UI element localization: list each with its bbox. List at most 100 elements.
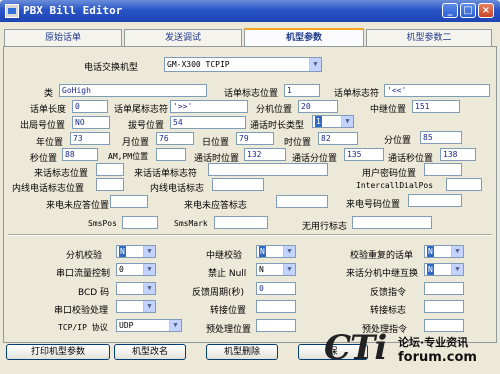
period-label: 反馈周期(秒)	[192, 288, 245, 298]
useless-label: 无用行标志	[302, 222, 348, 232]
ext-pos-field[interactable]: 20	[298, 100, 338, 113]
day-field[interactable]: 79	[236, 132, 274, 145]
flow-select[interactable]: 0 ▼	[116, 263, 156, 276]
record-flag-field[interactable]: '<<'	[384, 84, 490, 97]
hour-field[interactable]: 82	[318, 132, 358, 145]
incoming-unanswered-flag-label: 来电未应答标志	[184, 201, 248, 211]
swap-select[interactable]: N ▼	[424, 263, 464, 276]
convert-flag-field[interactable]	[424, 300, 464, 313]
bcd-select[interactable]: ▼	[116, 282, 156, 295]
type-label: 类	[44, 89, 54, 99]
smspos-field[interactable]	[122, 216, 158, 229]
period-field[interactable]: 0	[256, 282, 296, 295]
intercall-field[interactable]	[446, 178, 482, 191]
chevron-down-icon: ▼	[451, 264, 463, 275]
close-icon[interactable]: ×	[478, 3, 494, 18]
tab-send-debug[interactable]: 发送调试	[124, 29, 242, 46]
tab-raw-records[interactable]: 原始话单	[4, 29, 122, 46]
swap-value: N	[427, 264, 434, 275]
dial-pos-field[interactable]: 54	[170, 116, 246, 129]
watermark-top: 论坛·专业资讯	[398, 336, 469, 349]
talk-min-field[interactable]: 135	[344, 148, 384, 161]
record-pos-label: 话单标志位置	[224, 89, 279, 99]
serial-check-select[interactable]: ▼	[116, 300, 156, 313]
incoming-flag-pos-field[interactable]	[96, 163, 124, 176]
internal-flag-pos-field[interactable]	[96, 178, 124, 191]
rename-model-button[interactable]: 机型改名	[114, 344, 186, 360]
ext-check-label: 分机校验	[66, 251, 103, 261]
chevron-down-icon: ▼	[309, 58, 321, 71]
outflag-pos-label: 出局号位置	[20, 121, 66, 131]
talk-hour-field[interactable]: 132	[244, 148, 286, 161]
swap-label: 来话分机中继互换	[346, 269, 419, 279]
internal-flag-pos-label: 内线电话标志位置	[12, 184, 85, 194]
trunk-pos-label: 中继位置	[370, 105, 407, 115]
useless-field[interactable]	[352, 216, 432, 229]
dup-check-select[interactable]: N ▼	[424, 245, 464, 258]
user-pwd-pos-field[interactable]	[424, 163, 462, 176]
tab-model-params-2[interactable]: 机型参数二	[366, 29, 492, 46]
year-label: 年位置	[36, 138, 64, 148]
ext-check-value: N	[119, 246, 126, 257]
length-field[interactable]: 0	[72, 100, 108, 113]
intercall-label: IntercallDialPos	[356, 181, 434, 190]
caller-no-pos-field[interactable]	[408, 194, 462, 207]
incoming-unanswered-pos-label: 来电未应答位置	[46, 201, 110, 211]
model-select[interactable]: GM-X300 TCPIP ▼	[164, 57, 322, 72]
protocol-label: TCP/IP 协议	[58, 323, 108, 332]
second-field[interactable]: 88	[62, 148, 98, 161]
record-pos-field[interactable]: 1	[284, 84, 320, 97]
ampm-field[interactable]	[156, 148, 186, 161]
incoming-flag-field[interactable]	[208, 163, 328, 176]
print-model-button[interactable]: 打印机型参数	[6, 344, 110, 360]
tail-flag-field[interactable]: '>>'	[170, 100, 248, 113]
convert-pos-field[interactable]	[256, 300, 296, 313]
type-field[interactable]: GoHigh	[59, 84, 207, 97]
chevron-down-icon: ▼	[283, 264, 295, 275]
talk-sec-field[interactable]: 138	[440, 148, 476, 161]
protocol-value: UDP	[119, 321, 134, 330]
prehandle-pos-label: 预处理位置	[206, 325, 252, 335]
ext-pos-label: 分机位置	[256, 105, 293, 115]
incoming-unanswered-pos-field[interactable]	[110, 195, 148, 208]
minute-field[interactable]: 85	[420, 131, 462, 144]
dup-check-label: 校验重复的话单	[350, 251, 414, 261]
ext-check-select[interactable]: N ▼	[116, 245, 156, 258]
chevron-down-icon: ▼	[169, 320, 181, 331]
trunk-check-select[interactable]: N ▼	[256, 245, 296, 258]
outflag-pos-field[interactable]: NO	[72, 116, 110, 129]
trunk-check-label: 中继校验	[206, 251, 243, 261]
incoming-unanswered-flag-field[interactable]	[276, 195, 328, 208]
smsmark-field[interactable]	[214, 216, 268, 229]
dup-check-value: N	[427, 246, 434, 257]
year-field[interactable]: 73	[70, 132, 110, 145]
tab-model-params[interactable]: 机型参数	[244, 28, 364, 47]
smspos-label: SmsPos	[88, 219, 117, 228]
internal-flag-label: 内线电话标志	[150, 184, 205, 194]
duration-type-label: 通话时长类型	[250, 121, 305, 131]
trunk-pos-field[interactable]: 151	[412, 100, 460, 113]
minimize-icon[interactable]: _	[442, 3, 458, 18]
feedback-field[interactable]	[424, 282, 464, 295]
protocol-select[interactable]: UDP ▼	[116, 319, 182, 332]
flow-label: 串口流量控制	[56, 269, 111, 279]
ampm-label: AM,PM位置	[108, 152, 149, 161]
cti-forum-watermark: CTi 论坛·专业资讯 forum.com	[324, 328, 496, 370]
internal-flag-field[interactable]	[212, 178, 264, 191]
chevron-down-icon: ▼	[143, 246, 155, 257]
watermark-main: CTi	[324, 328, 387, 368]
duration-type-select[interactable]: 1 ▼	[312, 115, 354, 128]
app-icon	[5, 4, 19, 18]
length-label: 话单长度	[30, 105, 67, 115]
chevron-down-icon: ▼	[283, 246, 295, 257]
prehandle-pos-field[interactable]	[256, 319, 296, 332]
flow-value: 0	[119, 265, 124, 274]
minute-label: 分位置	[384, 136, 412, 146]
window-title: PBX Bill Editor	[23, 4, 123, 17]
maximize-icon[interactable]: □	[460, 3, 476, 18]
user-pwd-pos-label: 用户密码位置	[362, 169, 417, 179]
null-select[interactable]: N ▼	[256, 263, 296, 276]
null-label: 禁止 Null	[208, 269, 247, 279]
delete-model-button[interactable]: 机型删除	[206, 344, 278, 360]
month-field[interactable]: 76	[156, 132, 194, 145]
